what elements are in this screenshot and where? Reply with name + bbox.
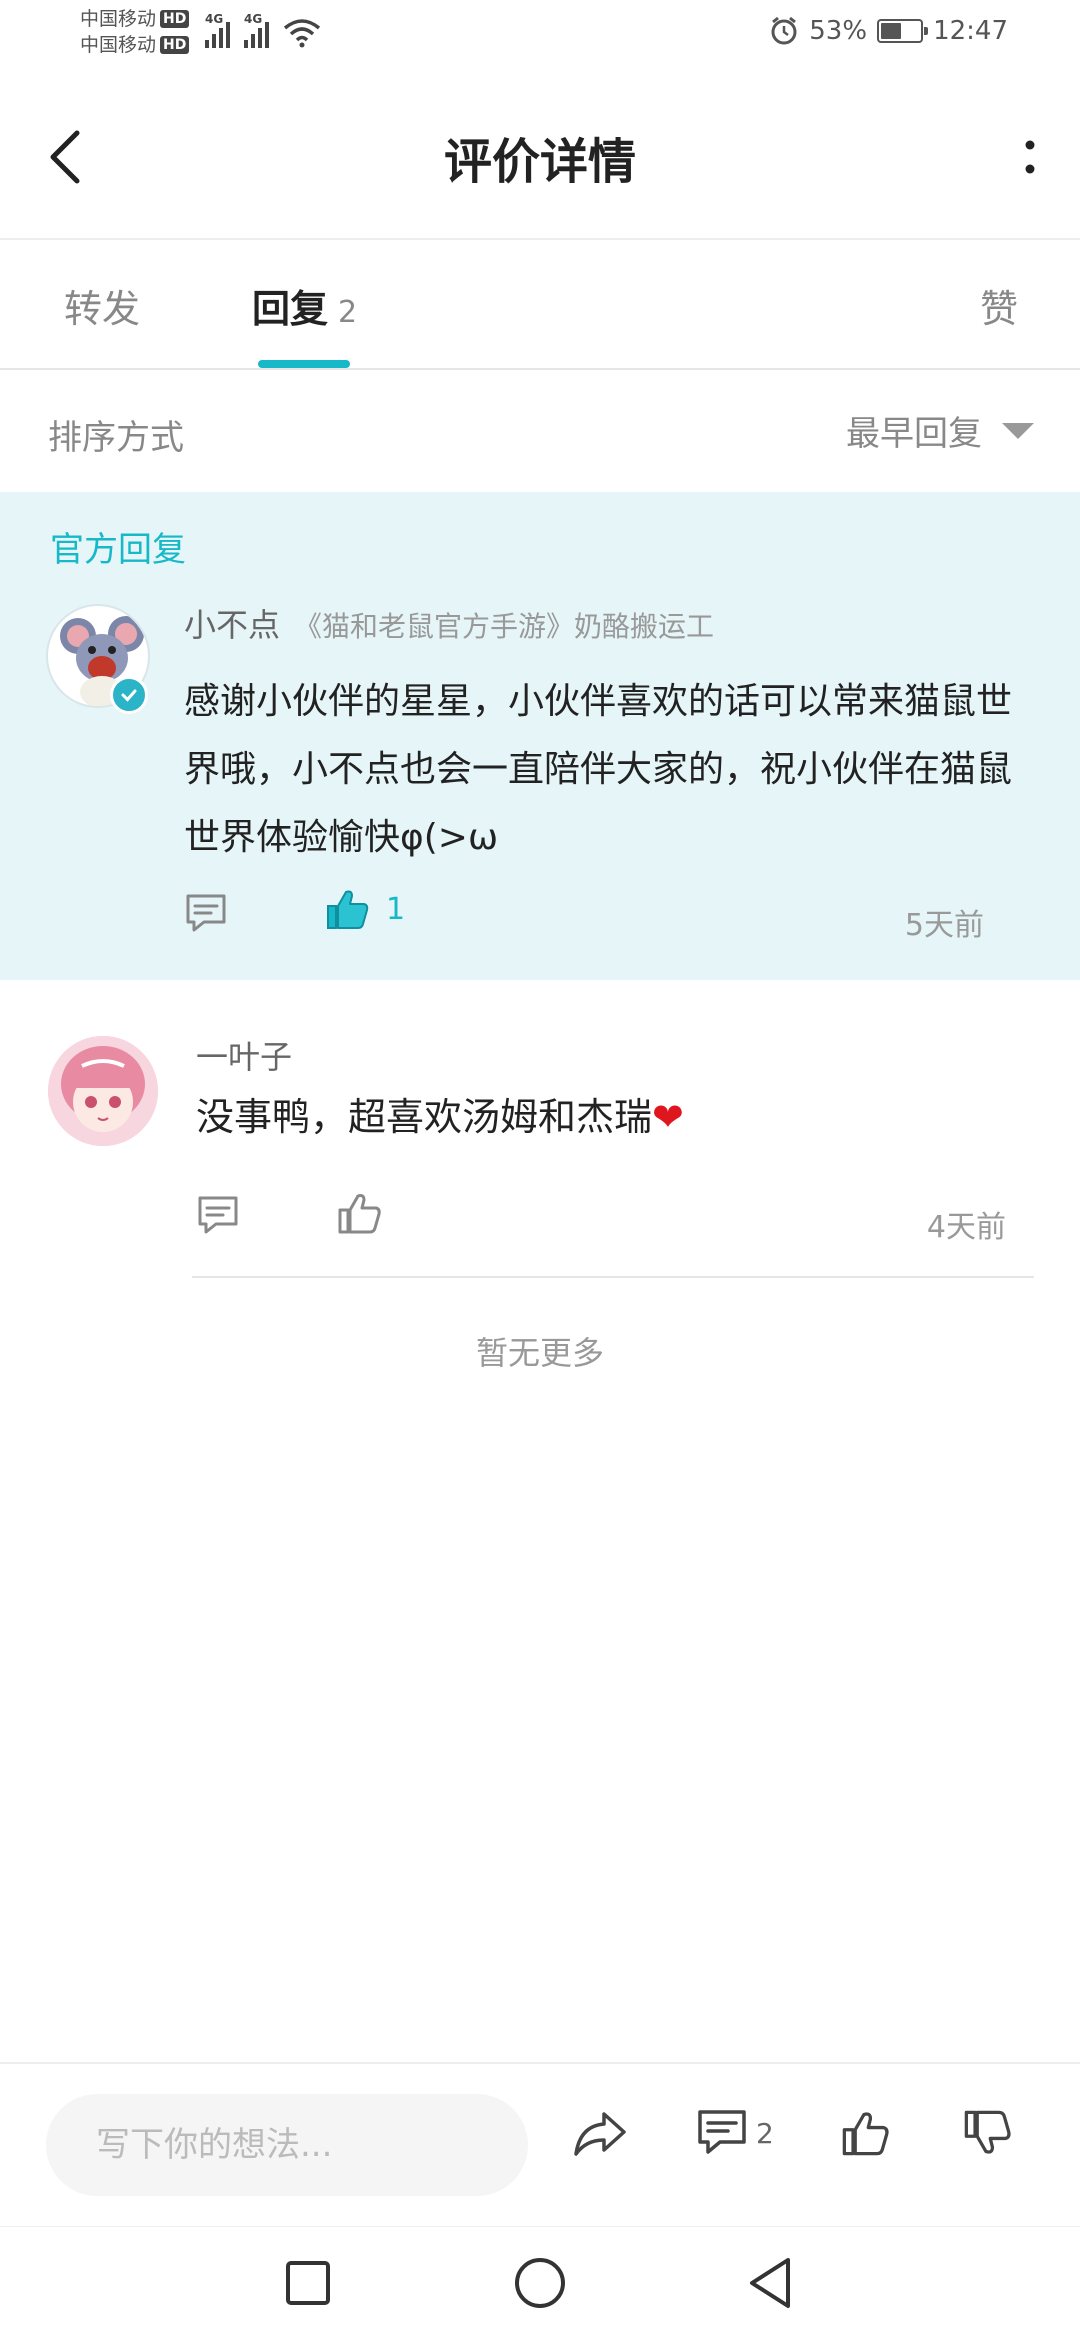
like-button[interactable] [840, 2108, 890, 2158]
tab-reply-label: 回复 [252, 287, 329, 331]
reply-comment-button[interactable] [196, 1194, 240, 1240]
tab-forward[interactable]: 转发 [64, 278, 140, 333]
page-title: 评价详情 [443, 134, 636, 190]
carrier-info: 中国移动 HD 中国移动 HD [80, 6, 190, 58]
triangle-back-icon [750, 2258, 790, 2308]
tab-like[interactable]: 赞 [980, 278, 1018, 333]
heart-emoji-icon: ❤ [652, 1095, 684, 1139]
official-reply-time: 5天前 [904, 908, 984, 943]
official-actions: 1 5天前 [184, 890, 1004, 952]
no-more-text: 暂无更多 [475, 1334, 604, 1372]
signal-icon-1: 4G [205, 12, 230, 48]
reply-like-button[interactable] [336, 1190, 382, 1240]
home-button[interactable] [510, 2253, 570, 2313]
wifi-icon [283, 19, 321, 48]
active-tab-indicator [258, 360, 350, 368]
battery-percent: 53% [809, 16, 868, 46]
dislike-button[interactable] [962, 2108, 1012, 2158]
reply-actions: 4天前 [196, 1194, 1016, 1254]
thumbs-up-icon [338, 1194, 381, 1234]
official-author-name: 小不点 [184, 606, 281, 644]
official-reply-text: 感谢小伙伴的星星，小伙伴喜欢的话可以常来猫鼠世界哦，小不点也会一直陪伴大家的，祝… [184, 681, 1013, 858]
sort-row: 排序方式 最早回复 [0, 372, 1080, 492]
share-button[interactable] [572, 2108, 628, 2158]
hd-badge-1: HD [160, 10, 190, 28]
official-author[interactable]: 小不点 《猫和老鼠官方手游》奶酪搬运工 [184, 600, 714, 646]
tab-reply-count: 2 [338, 295, 358, 330]
comment-icon [198, 1196, 238, 1234]
anime-girl-avatar-icon [48, 1036, 158, 1146]
signal-icon-2: 4G [244, 12, 269, 48]
sort-selected-value: 最早回复 [846, 414, 982, 454]
recent-apps-button[interactable] [278, 2253, 338, 2313]
comments-count: 2 [756, 2116, 774, 2150]
sort-label: 排序方式 [48, 418, 184, 458]
thumbs-up-filled-icon [327, 890, 369, 929]
status-bar: 中国移动 HD 中国移动 HD 4G 4G 53% 12:47 [0, 0, 1080, 72]
official-author-role: 《猫和老鼠官方手游》奶酪搬运工 [294, 610, 715, 643]
tab-bar: 转发 回复 2 赞 [0, 240, 1080, 370]
status-right: 53% 12:47 [769, 16, 1008, 46]
carrier-1: 中国移动 [80, 8, 157, 30]
comments-button[interactable]: 2 [696, 2108, 774, 2158]
reply-text: 没事鸭，超喜欢汤姆和杰瑞❤ [196, 1088, 684, 1146]
network-type-1: 4G [205, 12, 224, 26]
reply-author[interactable]: 一叶子 [196, 1032, 292, 1078]
official-like-count: 1 [386, 891, 406, 927]
reply-text-content: 没事鸭，超喜欢汤姆和杰瑞 [196, 1095, 653, 1139]
divider [192, 1276, 1034, 1278]
comment-input[interactable] [46, 2094, 528, 2196]
more-options-button[interactable] [1000, 112, 1060, 202]
sort-dropdown[interactable]: 最早回复 [846, 406, 1034, 455]
battery-icon [877, 19, 929, 43]
clock: 12:47 [933, 16, 1008, 46]
carrier-2: 中国移动 [80, 34, 157, 56]
reply-item: 一叶子 没事鸭，超喜欢汤姆和杰瑞❤ 4天前 [0, 980, 1080, 1280]
official-like-button[interactable]: 1 [324, 886, 405, 932]
thumbs-up-icon [842, 2112, 889, 2156]
signal-indicators: 4G 4G [205, 12, 321, 48]
verified-badge-icon [110, 676, 148, 714]
official-comment-button[interactable] [184, 892, 228, 938]
comment-icon [186, 894, 226, 932]
reply-time: 4天前 [926, 1210, 1006, 1245]
network-type-2: 4G [244, 12, 263, 26]
square-icon [286, 2261, 330, 2305]
thumbs-down-icon [964, 2110, 1011, 2154]
nav-back-button[interactable] [740, 2253, 800, 2313]
user-avatar[interactable] [48, 1036, 158, 1146]
hd-badge-2: HD [160, 36, 190, 54]
caret-down-icon [1002, 422, 1034, 439]
alarm-icon [771, 16, 797, 45]
more-vertical-icon [1025, 140, 1035, 174]
circle-icon [515, 2258, 565, 2308]
header: 评价详情 [0, 72, 1080, 240]
official-reply: 官方回复 小不点 《猫和老鼠官方手游》奶酪搬运工 感谢小伙伴的星星，小伙伴喜欢的话… [0, 492, 1080, 980]
share-icon [574, 2112, 626, 2156]
tab-reply[interactable]: 回复 2 [252, 278, 357, 333]
bottom-action-bar: 2 [0, 2062, 1080, 2226]
system-nav-bar [0, 2226, 1080, 2340]
comment-icon [698, 2110, 746, 2154]
official-reply-label: 官方回复 [50, 530, 186, 570]
